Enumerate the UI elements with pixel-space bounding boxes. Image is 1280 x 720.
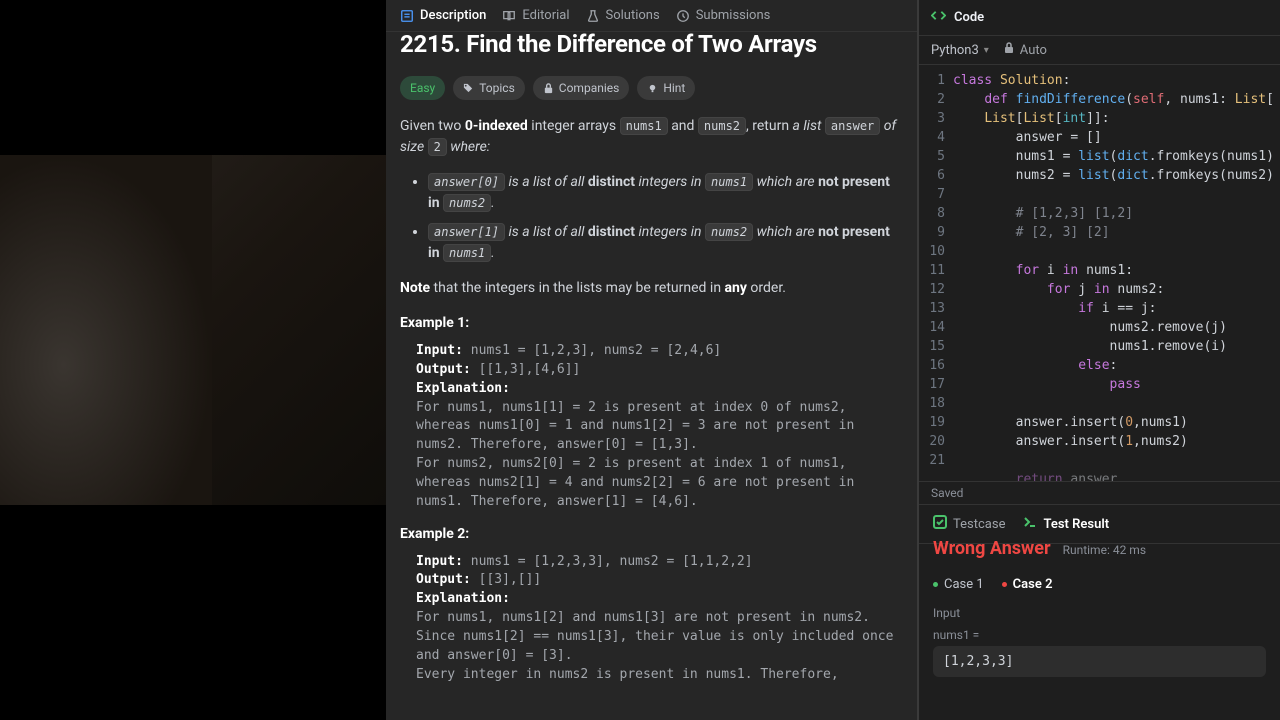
companies-tag[interactable]: Companies — [533, 76, 630, 100]
topics-tag[interactable]: Topics — [453, 76, 525, 100]
clock-icon — [676, 9, 690, 23]
check-icon — [933, 515, 947, 533]
runtime-text: Runtime: 42 ms — [1063, 543, 1146, 557]
lock-icon — [543, 83, 554, 94]
webcam-feed — [0, 155, 386, 505]
tab-label: Test Result — [1043, 517, 1109, 532]
difficulty-badge: Easy — [400, 76, 445, 100]
code-panel: Code Python3 ▾ Auto 12 34567891011121314… — [918, 0, 1280, 720]
tab-solutions[interactable]: Solutions — [586, 8, 660, 23]
result-status: Wrong Answer Runtime: 42 ms — [933, 536, 1266, 567]
line-gutter: 12 3456789101112131415161718192021 — [919, 65, 953, 481]
result-panel: Wrong Answer Runtime: 42 ms Case 1 Case … — [919, 544, 1280, 687]
auto-label: Auto — [1020, 43, 1047, 58]
code-header-label: Code — [954, 10, 984, 25]
problem-intro: Given two 0-indexed integer arrays nums1… — [400, 116, 903, 158]
tab-description[interactable]: Description — [400, 8, 486, 23]
problem-tabs: Description Editorial Solutions Submissi… — [386, 0, 917, 32]
status-dot-icon — [933, 582, 938, 587]
status-dot-icon — [1002, 582, 1007, 587]
problem-title: 2215. Find the Difference of Two Arrays — [400, 32, 903, 62]
case-1-tab[interactable]: Case 1 — [933, 577, 984, 592]
description-icon — [400, 9, 414, 23]
problem-bullets: answer[0] is a list of all distinct inte… — [400, 172, 903, 264]
hint-tag[interactable]: Hint — [637, 76, 695, 100]
testcase-tab[interactable]: Testcase — [933, 515, 1005, 533]
code-content[interactable]: class Solution: def findDifference(self,… — [953, 65, 1274, 481]
case-label: Case 1 — [944, 577, 984, 592]
code-editor[interactable]: 12 3456789101112131415161718192021 class… — [919, 65, 1280, 481]
bullet-item: answer[0] is a list of all distinct inte… — [428, 172, 903, 214]
tab-label: Description — [420, 8, 486, 23]
example-2-heading: Example 2: — [400, 524, 903, 545]
tab-label: Solutions — [606, 8, 660, 23]
tab-label: Testcase — [953, 517, 1005, 532]
auto-toggle[interactable]: Auto — [1003, 42, 1047, 58]
code-toolbar: Python3 ▾ Auto — [919, 36, 1280, 65]
problem-tags: Easy Topics Companies Hint — [400, 76, 903, 100]
tab-submissions[interactable]: Submissions — [676, 8, 771, 23]
status-text: Wrong Answer — [933, 538, 1051, 559]
example-1-block: Input: nums1 = [1,2,3], nums2 = [2,4,6] … — [400, 342, 903, 512]
input-section-label: Input — [933, 606, 1266, 620]
case-label: Case 2 — [1013, 577, 1053, 592]
nums1-label: nums1 = — [933, 628, 1266, 642]
case-tabs: Case 1 Case 2 — [933, 567, 1266, 606]
case-2-tab[interactable]: Case 2 — [1002, 577, 1053, 592]
bullet-item: answer[1] is a list of all distinct inte… — [428, 222, 903, 264]
tab-label: Editorial — [522, 8, 569, 23]
example-2-block: Input: nums1 = [1,2,3,3], nums2 = [1,1,2… — [400, 553, 903, 685]
example-1-heading: Example 1: — [400, 313, 903, 334]
problem-panel: Description Editorial Solutions Submissi… — [386, 0, 918, 720]
flask-icon — [586, 9, 600, 23]
chevron-down-icon: ▾ — [984, 45, 989, 56]
tab-editorial[interactable]: Editorial — [502, 8, 569, 23]
problem-note: Note that the integers in the lists may … — [400, 278, 903, 299]
book-icon — [502, 9, 516, 23]
code-icon — [931, 8, 946, 27]
tag-icon — [463, 83, 474, 94]
language-label: Python3 — [931, 43, 979, 58]
lock-icon — [1003, 42, 1015, 58]
nums1-value[interactable]: [1,2,3,3] — [933, 646, 1266, 677]
saved-indicator: Saved — [919, 481, 1280, 504]
bulb-icon — [647, 83, 658, 94]
code-header: Code — [919, 0, 1280, 36]
test-result-tab[interactable]: Test Result — [1023, 515, 1109, 533]
language-selector[interactable]: Python3 ▾ — [931, 43, 989, 58]
terminal-icon — [1023, 515, 1037, 533]
problem-body: 2215. Find the Difference of Two Arrays … — [386, 32, 917, 720]
tab-label: Submissions — [696, 8, 771, 23]
left-sidebar — [0, 0, 386, 720]
